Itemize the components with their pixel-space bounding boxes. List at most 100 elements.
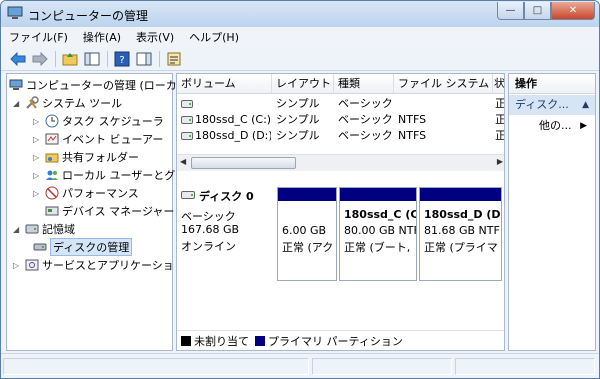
volume-type: ベーシック	[338, 129, 393, 142]
actions-section-disk-management[interactable]: ディスク... ▲	[509, 95, 595, 115]
status-segment	[455, 358, 595, 375]
partition-color-bar	[340, 188, 416, 201]
maximize-icon: □	[532, 5, 543, 16]
minimize-button[interactable]: —	[497, 2, 524, 20]
legend-swatch-primary	[255, 335, 265, 346]
title-bar[interactable]: コンピューターの管理 — □ ✕	[1, 1, 599, 27]
disk-state: オンライン	[181, 240, 236, 253]
event-viewer-icon	[45, 132, 59, 146]
tools-icon	[25, 96, 39, 110]
partition-status: 正常 (ブート,	[344, 241, 411, 254]
status-segment	[312, 358, 452, 375]
console-tree-pane[interactable]: コンピューターの管理 (ローカ ◢ システム ツール ▷ タスク スケジューラ …	[6, 73, 177, 351]
tree-item-services[interactable]: ▷ サービスとアプリケーショ	[13, 256, 174, 274]
collapse-triangle-icon[interactable]: ◢	[13, 225, 23, 234]
tree-item-performance[interactable]: ▷ パフォーマンス	[33, 184, 139, 202]
legend-swatch-unallocated	[181, 335, 191, 346]
toolbar-separator	[107, 50, 108, 67]
partition-block[interactable]: 180ssd_D (D 81.68 GB NTF 正常 (プライマ	[419, 187, 502, 281]
collapse-up-icon[interactable]: ▲	[582, 95, 589, 115]
expand-triangle-icon[interactable]: ▷	[33, 117, 43, 126]
actions-pane: 操作 ディスク... ▲ 他の... ▶	[508, 73, 596, 351]
tree-item-system-tools[interactable]: ◢ システム ツール	[13, 94, 122, 112]
column-header-filesystem[interactable]: ファイル システム	[394, 74, 493, 94]
close-button[interactable]: ✕	[551, 2, 595, 20]
show-hide-tree-button[interactable]	[83, 50, 101, 68]
expand-triangle-icon[interactable]: ▷	[33, 189, 43, 198]
disk-name: ディスク 0	[199, 190, 254, 203]
tree-item-shared-folders[interactable]: ▷ 共有フォルダー	[33, 148, 139, 166]
volume-row[interactable]: 180ssd_C (C:) シンプル ベーシック NTFS 正	[177, 112, 505, 128]
menu-help[interactable]: ヘルプ(H)	[189, 29, 239, 45]
tree-item-task-scheduler[interactable]: ▷ タスク スケジューラ	[33, 112, 164, 130]
disk-management-pane: ボリューム レイアウト 種類 ファイル システム 状 シンプル ベーシック 正 …	[176, 73, 505, 351]
disk-info-block[interactable]: ディスク 0 ベーシック 167.68 GB オンライン	[181, 188, 273, 280]
clock-icon	[45, 114, 59, 128]
expand-triangle-icon[interactable]: ▷	[13, 261, 23, 270]
partition-size: 81.68 GB NTF	[424, 224, 500, 237]
disk-management-icon	[33, 240, 47, 254]
expand-triangle-icon[interactable]: ▷	[33, 171, 43, 180]
volume-row[interactable]: シンプル ベーシック 正	[177, 96, 505, 112]
volume-layout: シンプル	[276, 113, 320, 126]
legend-unallocated-label: 未割り当て	[194, 334, 249, 348]
volume-name	[195, 96, 271, 112]
partition-size: 6.00 GB	[282, 224, 327, 237]
column-header-volume[interactable]: ボリューム	[177, 74, 272, 94]
tree-item-event-viewer[interactable]: ▷ イベント ビューアー	[33, 130, 163, 148]
back-arrow-icon	[10, 51, 26, 66]
expand-triangle-icon[interactable]: ▷	[33, 153, 43, 162]
tree-item-local-users[interactable]: ▷ ローカル ユーザーとグ	[33, 166, 175, 184]
show-action-pane-button[interactable]	[135, 50, 153, 68]
legend-primary-label: プライマリ パーティション	[268, 334, 403, 348]
volume-status: 正	[495, 97, 505, 110]
partition-name: 180ssd_C (C	[344, 208, 416, 221]
tree-item-storage[interactable]: ◢ 記憶域	[13, 220, 75, 238]
tree-item-disk-management[interactable]: ディスクの管理	[33, 238, 133, 256]
disk-size: 167.68 GB	[181, 223, 240, 236]
scrollbar-thumb[interactable]	[191, 157, 296, 169]
column-header-status[interactable]: 状	[493, 74, 504, 94]
partition-block[interactable]: 180ssd_C (C 80.00 GB NTF 正常 (ブート,	[339, 187, 417, 281]
toolbar-separator	[55, 50, 56, 67]
maximize-button[interactable]: □	[524, 2, 551, 20]
up-level-button[interactable]	[61, 50, 79, 68]
performance-icon	[45, 186, 59, 200]
menu-view[interactable]: 表示(V)	[136, 29, 174, 45]
back-button[interactable]	[9, 50, 27, 68]
submenu-arrow-icon: ▶	[580, 121, 587, 131]
volume-type: ベーシック	[338, 97, 393, 110]
menu-action[interactable]: 操作(A)	[83, 29, 121, 45]
tree-item-root[interactable]: コンピューターの管理 (ローカ	[9, 76, 177, 94]
volume-status: 正	[495, 113, 505, 126]
tree-item-device-manager[interactable]: デバイス マネージャー	[45, 202, 174, 220]
drive-icon	[181, 112, 193, 128]
storage-icon	[25, 222, 39, 236]
volume-filesystem: NTFS	[398, 129, 427, 142]
partition-block[interactable]: 6.00 GB 正常 (アク	[277, 187, 337, 281]
volume-name: 180ssd_D (D:)	[195, 129, 271, 142]
collapse-triangle-icon[interactable]: ◢	[13, 99, 23, 108]
drive-icon	[181, 96, 193, 112]
volume-status: 正	[495, 129, 505, 142]
volume-list-scrollbar[interactable]: ◀ ▶	[177, 154, 504, 171]
expand-triangle-icon[interactable]: ▷	[33, 135, 43, 144]
action-pane-icon	[136, 52, 152, 65]
shared-folder-icon	[45, 150, 59, 164]
disk-graphical-view: ディスク 0 ベーシック 167.68 GB オンライン 6.00 GB 正常 …	[177, 176, 504, 286]
toolbar-separator	[159, 50, 160, 67]
action-other-actions[interactable]: 他の... ▶	[509, 117, 595, 135]
properties-button[interactable]	[165, 50, 183, 68]
disk-icon	[181, 190, 195, 203]
column-header-layout[interactable]: レイアウト	[272, 74, 334, 94]
forward-arrow-icon	[32, 51, 48, 66]
volume-row[interactable]: 180ssd_D (D:) シンプル ベーシック NTFS 正	[177, 128, 505, 144]
menu-file[interactable]: ファイル(F)	[9, 29, 68, 45]
scroll-left-arrow-icon[interactable]: ◀	[180, 157, 186, 166]
forward-button[interactable]	[31, 50, 49, 68]
column-header-type[interactable]: 種類	[334, 74, 394, 94]
partition-color-bar	[278, 188, 336, 201]
scroll-right-arrow-icon[interactable]: ▶	[497, 157, 503, 166]
help-button[interactable]: ?	[113, 50, 131, 68]
toolbar: ?	[1, 47, 599, 71]
